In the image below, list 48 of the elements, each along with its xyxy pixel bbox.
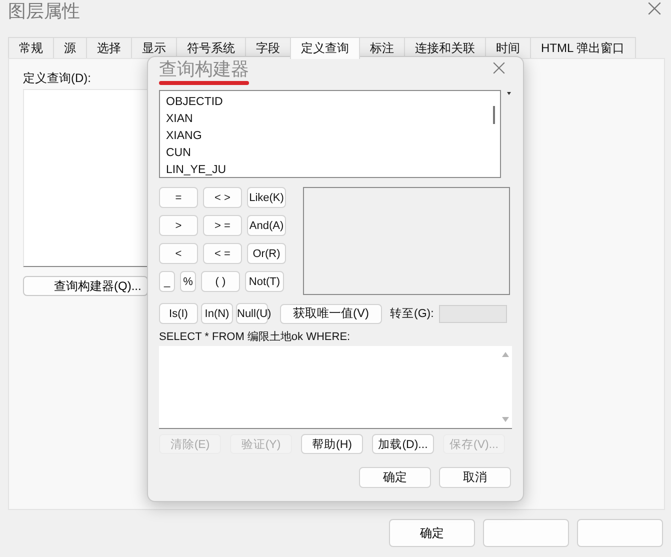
operator-button[interactable]: < = <box>203 243 242 264</box>
go-to-label: 转至(G): <box>390 306 434 321</box>
go-to-field[interactable] <box>438 304 507 322</box>
operator-button[interactable]: % <box>180 271 196 292</box>
operator-button[interactable]: And(A) <box>247 215 286 236</box>
operator-button[interactable]: ( ) <box>201 271 240 292</box>
operator-button[interactable]: > = <box>203 215 242 236</box>
operator-button[interactable]: In(N) <box>201 303 233 324</box>
sql-prefix: SELECT * FROM 编限土地ok WHERE: <box>159 330 352 345</box>
dialog-button[interactable]: 确定 <box>359 467 431 488</box>
field-item[interactable]: XIANG <box>166 128 482 145</box>
action-button[interactable]: 帮助(H) <box>301 434 363 454</box>
operator-button[interactable]: = <box>159 187 198 208</box>
dialog-title: 查询构建器 <box>159 58 249 80</box>
ok-button[interactable]: 确定 <box>389 519 475 547</box>
where-clause-field[interactable] <box>159 346 512 429</box>
operator-button[interactable]: _ <box>159 271 175 292</box>
field-item[interactable]: LIN_YE_JU <box>166 162 482 179</box>
operator-button[interactable]: Like(K) <box>247 187 286 208</box>
tab[interactable]: HTML 弹出窗口 <box>530 37 636 58</box>
tab[interactable]: 常规 <box>8 37 54 58</box>
blank-button[interactable] <box>577 519 663 547</box>
operator-button[interactable]: Or(R) <box>247 243 286 264</box>
field-item[interactable]: CUN <box>166 145 482 162</box>
field-list[interactable]: OBJECTID XIAN XIANG CUN LIN_YE_JU <box>159 90 501 178</box>
window-title: 图层属性 <box>8 0 80 22</box>
tab[interactable]: 定义查询 <box>290 37 360 59</box>
dialog-button[interactable]: 取消 <box>439 467 511 488</box>
definition-query-label: 定义查询(D): <box>23 71 91 85</box>
action-button[interactable]: 加载(D)... <box>372 434 434 454</box>
query-builder-button[interactable]: 查询构建器(Q)... <box>23 276 148 296</box>
operator-button[interactable]: < > <box>203 187 242 208</box>
operator-button[interactable]: Not(T) <box>245 271 284 292</box>
operator-button[interactable]: Null(U) <box>236 303 268 324</box>
field-item[interactable]: OBJECTID <box>166 94 482 111</box>
blank-button[interactable] <box>483 519 569 547</box>
field-item[interactable]: XIAN <box>166 111 482 128</box>
scroll-up-icon[interactable] <box>502 352 508 357</box>
close-icon[interactable] <box>493 62 505 74</box>
values-list[interactable] <box>303 187 510 295</box>
operator-button[interactable]: < <box>159 243 198 264</box>
operator-button[interactable]: Is(I) <box>159 303 198 324</box>
dropdown-arrow-icon[interactable] <box>507 92 511 95</box>
close-icon[interactable] <box>648 2 661 15</box>
operator-button[interactable]: > <box>159 215 198 236</box>
scroll-down-icon[interactable] <box>502 417 508 422</box>
scrollbar-thumb[interactable] <box>493 106 495 124</box>
unique-values-button[interactable]: 获取唯一值(V) <box>280 304 382 324</box>
